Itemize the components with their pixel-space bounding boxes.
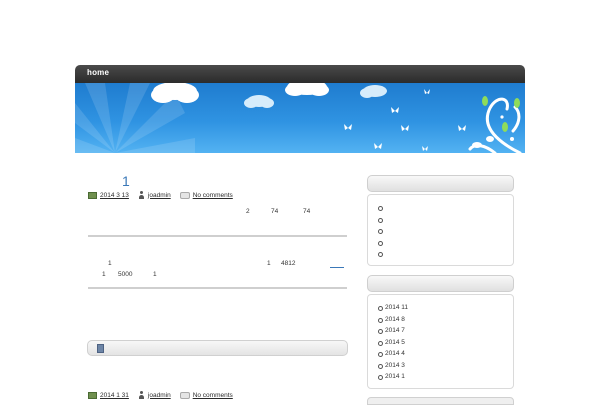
archive-link[interactable]: 2014 1 [385, 373, 405, 380]
post-author-link[interactable]: joadmin [148, 392, 171, 399]
archive-item[interactable]: 2014 8 [368, 314, 513, 326]
list-item[interactable] [368, 248, 513, 260]
post-text-fragment: 1 [108, 260, 112, 267]
post-title-link[interactable]: 1 [122, 173, 130, 189]
sidebar-widget-header [367, 397, 514, 405]
post-divider [88, 287, 347, 289]
calendar-icon [88, 191, 97, 199]
calendar-icon [88, 391, 97, 399]
post-text-fragment: 4812 [281, 260, 296, 267]
list-item[interactable] [368, 202, 513, 214]
post-divider [88, 235, 347, 237]
archive-link[interactable]: 2014 5 [385, 339, 405, 346]
nav-home-link[interactable]: home [87, 68, 109, 77]
sidebar-widget-header [367, 175, 514, 192]
post-text-fragment: 1 [102, 271, 106, 278]
archive-link[interactable]: 2014 11 [385, 304, 408, 311]
author-icon [138, 191, 145, 199]
post-text-fragment: 5000 [118, 271, 133, 278]
sidebar-widget [367, 194, 514, 266]
list-item[interactable] [368, 237, 513, 249]
archives-list: 2014 11 2014 8 2014 7 2014 5 2014 4 2014… [368, 295, 513, 383]
post-text-fragment: 1 [267, 260, 271, 267]
post-meta: 2014 1 31 joadmin No comments [88, 390, 233, 400]
top-nav-bar: home [75, 65, 525, 83]
post-text-fragment: 1 [153, 271, 157, 278]
folder-icon [97, 344, 104, 353]
post-comments-link[interactable]: No comments [193, 392, 233, 399]
category-bar [87, 340, 348, 356]
post-meta: 2014 3 13 joadmin No comments [88, 190, 233, 200]
archive-item[interactable]: 2014 11 [368, 302, 513, 314]
comment-icon [179, 391, 190, 399]
archive-item[interactable]: 2014 1 [368, 371, 513, 383]
post-text-fragment: 74 [303, 208, 311, 215]
archive-link[interactable]: 2014 4 [385, 350, 405, 357]
list-item[interactable] [368, 214, 513, 226]
archive-item[interactable]: 2014 7 [368, 325, 513, 337]
header-banner [75, 83, 525, 153]
post-text-fragment: 2 [246, 208, 250, 215]
post-date-link[interactable]: 2014 1 31 [100, 392, 129, 399]
list-item[interactable] [368, 225, 513, 237]
archive-item[interactable]: 2014 5 [368, 337, 513, 349]
post-comments-link[interactable]: No comments [193, 192, 233, 199]
archive-link[interactable]: 2014 8 [385, 316, 405, 323]
sky-illustration [75, 83, 522, 153]
archive-item[interactable]: 2014 3 [368, 360, 513, 372]
text-link[interactable] [330, 267, 344, 268]
sidebar-widget-header [367, 275, 514, 292]
archive-link[interactable]: 2014 3 [385, 362, 405, 369]
archive-link[interactable]: 2014 7 [385, 327, 405, 334]
post-author-link[interactable]: joadmin [148, 192, 171, 199]
comment-icon [179, 191, 190, 199]
post-date-link[interactable]: 2014 3 13 [100, 192, 129, 199]
post-text-fragment: 74 [271, 208, 279, 215]
archives-widget: 2014 11 2014 8 2014 7 2014 5 2014 4 2014… [367, 294, 514, 389]
sidebar-list [368, 195, 513, 260]
author-icon [138, 391, 145, 399]
archive-item[interactable]: 2014 4 [368, 348, 513, 360]
